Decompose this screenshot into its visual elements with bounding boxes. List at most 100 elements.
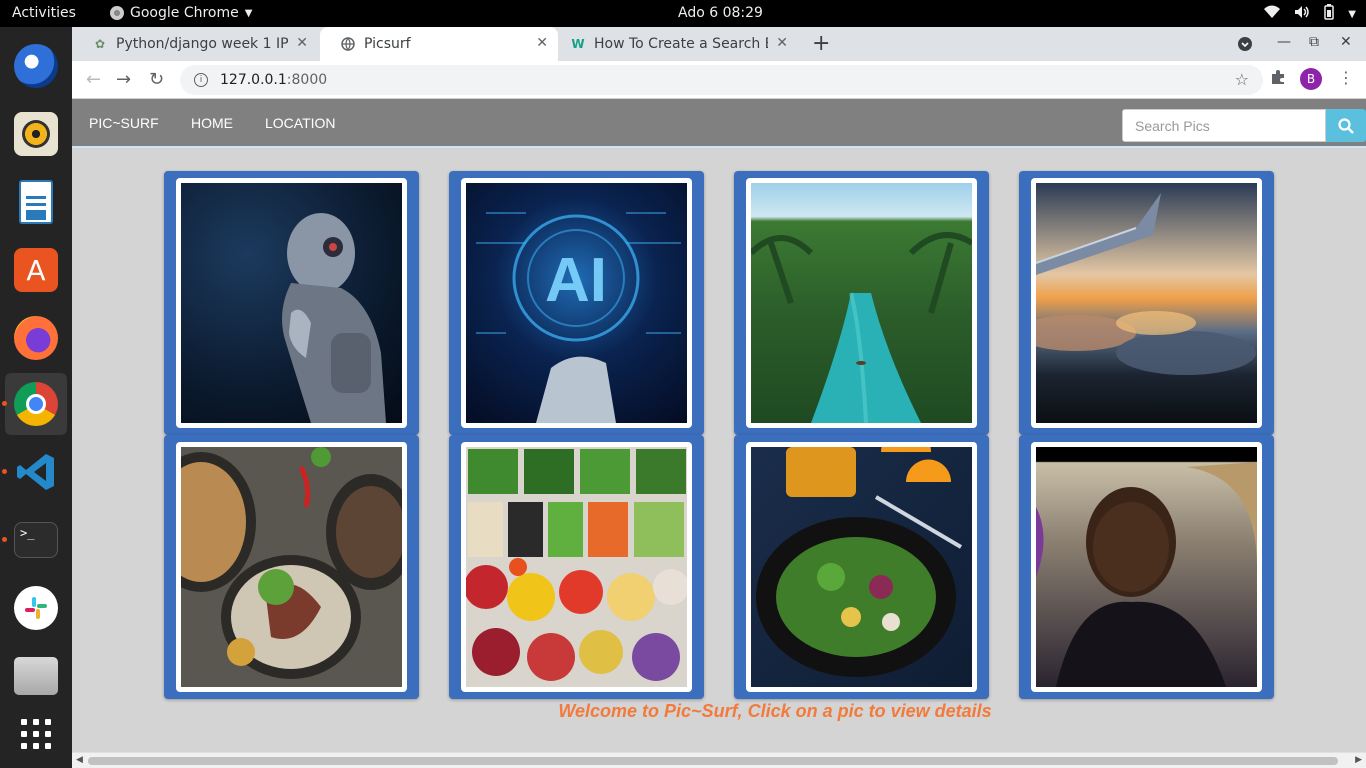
tab-title: Picsurf (364, 36, 411, 52)
dock-vscode[interactable] (5, 441, 67, 503)
minimize-button[interactable]: — (1277, 34, 1291, 50)
pic-robot[interactable] (181, 183, 402, 423)
tab-strip: ✿ Python/django week 1 IP ✕ Picsurf ✕ W … (72, 27, 1366, 61)
running-indicator (2, 401, 7, 406)
chevron-down-icon: ▼ (244, 7, 253, 19)
close-icon[interactable]: ✕ (536, 35, 548, 51)
address-bar[interactable]: i 127.0.0.1:8000 ☆ (180, 65, 1263, 95)
writer-icon (19, 180, 53, 224)
pic-airplane-wing[interactable] (1036, 183, 1257, 423)
horizontal-scrollbar[interactable]: ◀ ▶ (72, 752, 1366, 768)
new-tab-button[interactable]: + (812, 31, 830, 56)
pic-card[interactable]: AI (449, 171, 704, 435)
pic-card[interactable] (734, 171, 989, 435)
globe-icon (340, 36, 356, 52)
tab-python-django[interactable]: ✿ Python/django week 1 IP ✕ (72, 27, 318, 61)
dock-terminal[interactable]: >_ (5, 509, 67, 571)
browser-menu-icon[interactable]: ⋮ (1338, 68, 1354, 87)
nav-brand[interactable]: PIC~SURF (89, 115, 159, 131)
pic-frame (746, 442, 977, 692)
rhythmbox-icon (14, 112, 58, 156)
files-icon (14, 657, 58, 695)
app-menu[interactable]: Google Chrome ▼ (110, 5, 252, 21)
battery-icon (1324, 4, 1335, 24)
site-info-icon[interactable]: i (194, 73, 208, 87)
terminal-icon: >_ (14, 522, 58, 558)
tab-title: Python/django week 1 IP (116, 36, 289, 52)
dock-rhythmbox[interactable] (5, 103, 67, 165)
scrollbar-thumb[interactable] (88, 757, 1338, 765)
running-indicator (2, 537, 7, 542)
dock-software-center[interactable]: A (5, 239, 67, 301)
pic-frame (1031, 442, 1262, 692)
dock-libreoffice-writer[interactable] (5, 171, 67, 233)
dock-firefox[interactable] (5, 307, 67, 369)
system-tray[interactable]: ▼ (1264, 4, 1356, 24)
pic-frame (176, 442, 407, 692)
extensions-puzzle-icon[interactable] (1270, 69, 1286, 89)
dock-thunderbird[interactable] (5, 35, 67, 97)
svg-text:AI: AI (545, 246, 607, 315)
url-host: 127.0.0.1 (220, 72, 287, 88)
tab-search-bar-article[interactable]: W How To Create a Search B ✕ (560, 27, 798, 61)
pic-card[interactable] (1019, 435, 1274, 699)
page-viewport: PIC~SURF HOME LOCATION Search Pics AI We… (72, 99, 1366, 768)
clock[interactable]: Ado 6 08:29 (678, 5, 763, 21)
pic-frame (1031, 178, 1262, 428)
pic-portrait[interactable] (1036, 447, 1257, 687)
tab-search-icon[interactable] (1237, 36, 1253, 56)
pic-grilled-plates[interactable] (181, 447, 402, 687)
pic-frame (461, 442, 692, 692)
chrome-icon (14, 382, 58, 426)
dock-slack[interactable] (5, 577, 67, 639)
url-port: :8000 (286, 72, 328, 88)
tab-picsurf[interactable]: Picsurf ✕ (320, 27, 558, 61)
chrome-small-icon (110, 6, 124, 20)
search-icon (1338, 117, 1354, 134)
show-applications-button[interactable] (5, 703, 67, 765)
app-grid-icon (21, 719, 51, 749)
search-button[interactable] (1326, 109, 1366, 142)
site-navbar: PIC~SURF HOME LOCATION (72, 99, 1366, 148)
pic-card[interactable] (164, 435, 419, 699)
reload-button[interactable]: ↻ (149, 69, 164, 90)
pic-tropical-river[interactable] (751, 183, 972, 423)
firefox-icon (14, 316, 58, 360)
pic-ai-hologram[interactable]: AI (466, 183, 687, 423)
bookmark-star-icon[interactable]: ☆ (1235, 70, 1249, 89)
pic-frame (746, 178, 977, 428)
pic-frame: AI (461, 178, 692, 428)
pic-card[interactable] (164, 171, 419, 435)
pic-salad-orange[interactable] (751, 447, 972, 687)
dock-chrome[interactable] (5, 373, 67, 435)
nav-home[interactable]: HOME (191, 115, 233, 131)
dock-files[interactable] (5, 645, 67, 707)
close-icon[interactable]: ✕ (296, 35, 308, 51)
close-window-button[interactable]: ✕ (1340, 34, 1352, 50)
pic-card[interactable] (734, 435, 989, 699)
scroll-left-arrow[interactable]: ◀ (76, 755, 83, 765)
tab-title: How To Create a Search B (594, 36, 768, 52)
scroll-right-arrow[interactable]: ▶ (1355, 755, 1362, 765)
chrome-window: ✿ Python/django week 1 IP ✕ Picsurf ✕ W … (72, 27, 1366, 768)
profile-avatar[interactable]: B (1300, 68, 1322, 90)
close-icon[interactable]: ✕ (776, 35, 788, 51)
thunderbird-icon (14, 44, 58, 88)
plant-icon: ✿ (94, 37, 106, 51)
pic-card[interactable] (1019, 171, 1274, 435)
forward-button[interactable]: → (116, 69, 131, 90)
activities-button[interactable]: Activities (12, 5, 76, 21)
pic-card[interactable] (449, 435, 704, 699)
nav-location[interactable]: LOCATION (265, 115, 336, 131)
pic-vegetable-bar[interactable] (466, 447, 687, 687)
app-menu-label: Google Chrome (130, 5, 239, 21)
slack-icon (14, 586, 58, 630)
system-menu-chevron-icon: ▼ (1348, 8, 1356, 20)
search-input[interactable] (1122, 109, 1326, 142)
system-top-bar: Activities Google Chrome ▼ Ado 6 08:29 ▼ (0, 0, 1366, 27)
wifi-icon (1264, 5, 1281, 23)
back-button[interactable]: ← (86, 69, 101, 90)
pic-frame (176, 178, 407, 428)
vscode-icon (14, 450, 58, 494)
maximize-button[interactable]: ⧉ (1309, 34, 1319, 50)
